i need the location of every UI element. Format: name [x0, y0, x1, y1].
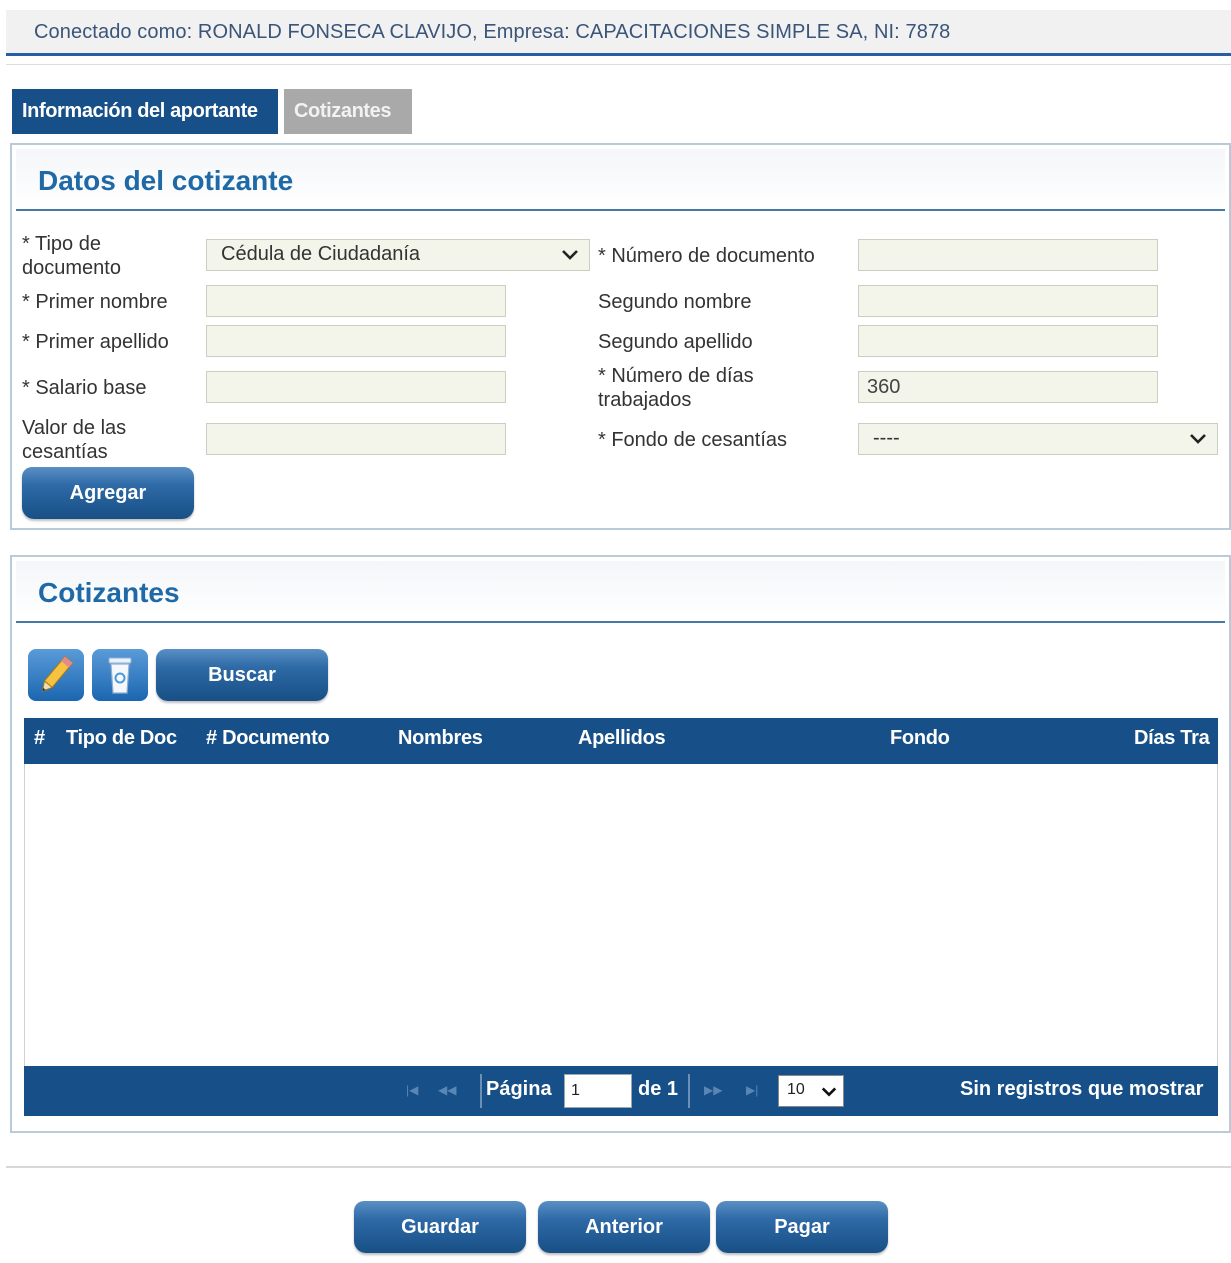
tab-cotizantes[interactable]: Cotizantes	[284, 89, 412, 134]
label-fondo-cesantias: * Fondo de cesantías	[598, 429, 788, 451]
page-size-select[interactable]: 10	[778, 1075, 844, 1107]
label-segundo-apellido: Segundo apellido	[598, 331, 753, 353]
page-size-value: 10	[787, 1081, 805, 1098]
chevron-down-icon	[1190, 434, 1206, 444]
label-valor-cesantias: Valor de las cesantías	[22, 417, 127, 463]
col-header-apellidos[interactable]: Apellidos	[578, 727, 666, 750]
connection-bar: Conectado como: RONALD FONSECA CLAVIJO, …	[6, 10, 1231, 56]
segundo-nombre-input[interactable]	[858, 285, 1158, 317]
valor-cesantias-input[interactable]	[206, 423, 506, 455]
page-label: Página	[486, 1078, 552, 1100]
divider	[6, 1166, 1231, 1168]
fondo-cesantias-select[interactable]: ----	[858, 423, 1218, 455]
panel-header: Datos del cotizante	[16, 149, 1225, 211]
label-tipo-documento: * Tipo de documento	[22, 233, 121, 279]
last-page-icon[interactable]: ▶|	[746, 1083, 758, 1097]
edit-button[interactable]	[28, 649, 84, 701]
divider	[688, 1074, 690, 1108]
tab-informacion-aportante[interactable]: Información del aportante	[12, 89, 278, 134]
chevron-down-icon	[562, 250, 578, 260]
panel-title: Datos del cotizante	[38, 165, 294, 196]
col-header-tipo-doc[interactable]: Tipo de Doc	[66, 727, 177, 750]
col-header-number[interactable]: #	[34, 727, 45, 750]
label-salario-base: * Salario base	[22, 377, 147, 399]
fondo-cesantias-value: ----	[873, 427, 900, 449]
page-number-input[interactable]	[564, 1074, 632, 1108]
tipo-documento-select[interactable]: Cédula de Ciudadanía	[206, 239, 590, 271]
numero-documento-input[interactable]	[858, 239, 1158, 271]
grid-body	[24, 764, 1218, 1066]
label-primer-nombre: * Primer nombre	[22, 291, 168, 313]
label-primer-apellido: * Primer apellido	[22, 331, 169, 353]
segundo-apellido-input[interactable]	[858, 325, 1158, 357]
buscar-button[interactable]: Buscar	[156, 649, 328, 701]
panel-header: Cotizantes	[16, 561, 1225, 623]
agregar-button[interactable]: Agregar	[22, 467, 194, 519]
primer-apellido-input[interactable]	[206, 325, 506, 357]
chevron-down-icon	[821, 1087, 837, 1097]
pencil-icon	[41, 655, 74, 692]
anterior-button[interactable]: Anterior	[538, 1201, 710, 1253]
label-numero-documento: * Número de documento	[598, 245, 815, 267]
col-header-fondo[interactable]: Fondo	[890, 727, 950, 750]
pager-status: Sin registros que mostrar	[960, 1078, 1204, 1100]
col-header-nombres[interactable]: Nombres	[398, 727, 483, 750]
first-page-icon[interactable]: |◀	[406, 1083, 418, 1097]
primer-nombre-input[interactable]	[206, 285, 506, 317]
numero-dias-input[interactable]	[858, 371, 1158, 403]
salario-base-input[interactable]	[206, 371, 506, 403]
trash-icon	[108, 657, 132, 694]
label-segundo-nombre: Segundo nombre	[598, 291, 752, 313]
label-numero-dias: * Número de días trabajados	[598, 365, 754, 411]
prev-page-icon[interactable]: ◀◀	[438, 1083, 456, 1097]
connection-text: Conectado como: RONALD FONSECA CLAVIJO, …	[34, 21, 951, 43]
page-count: de 1	[638, 1078, 679, 1100]
divider	[6, 64, 1231, 65]
pagar-button[interactable]: Pagar	[716, 1201, 888, 1253]
guardar-button[interactable]: Guardar	[354, 1201, 526, 1253]
tipo-documento-value: Cédula de Ciudadanía	[221, 243, 421, 265]
panel-title: Cotizantes	[38, 577, 180, 608]
grid-pager: |◀ ◀◀ Página de 1 ▶▶ ▶| 10 Sin registros…	[24, 1066, 1218, 1116]
divider	[480, 1074, 482, 1108]
col-header-dias[interactable]: Días Tra	[1134, 727, 1210, 750]
next-page-icon[interactable]: ▶▶	[704, 1083, 722, 1097]
col-header-documento[interactable]: # Documento	[206, 727, 330, 750]
grid-header: # Tipo de Doc # Documento Nombres Apelli…	[24, 718, 1218, 764]
delete-button[interactable]	[92, 649, 148, 701]
